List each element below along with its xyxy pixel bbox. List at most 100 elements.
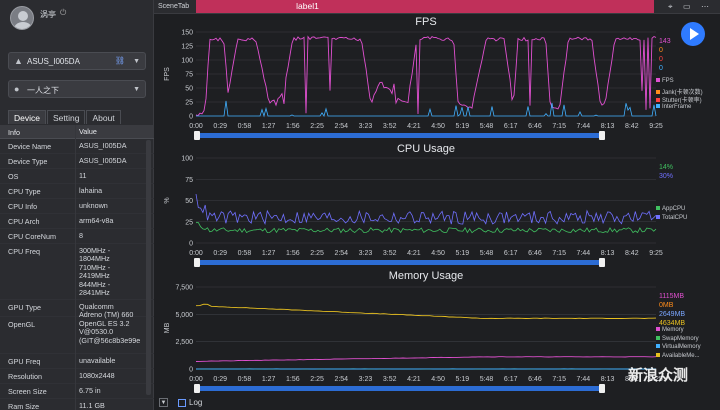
watermark: 新浪众测 bbox=[628, 367, 689, 384]
slider-handle[interactable] bbox=[599, 384, 605, 393]
x-tick-label: 7:15 bbox=[552, 376, 566, 383]
x-tick-label: 5:48 bbox=[480, 123, 494, 130]
x-tick-label: 0:58 bbox=[238, 376, 252, 383]
x-tick-label: 4:21 bbox=[407, 250, 421, 257]
x-tick-label: 8:42 bbox=[625, 250, 639, 257]
x-tick-label: 2:54 bbox=[334, 250, 348, 257]
y-tick-label: 7,500 bbox=[175, 285, 193, 292]
y-tick-label: 100 bbox=[181, 58, 193, 65]
x-tick-label: 2:54 bbox=[334, 376, 348, 383]
time-range-slider[interactable] bbox=[194, 131, 605, 140]
y-tick-label: 2,500 bbox=[175, 339, 193, 346]
current-value: 30% bbox=[659, 173, 674, 180]
x-tick-label: 2:54 bbox=[334, 123, 348, 130]
x-tick-label: 7:15 bbox=[552, 123, 566, 130]
x-tick-label: 4:21 bbox=[407, 123, 421, 130]
x-tick-label: 8:42 bbox=[625, 123, 639, 130]
y-tick-label: 50 bbox=[185, 86, 193, 93]
x-tick-label: 7:44 bbox=[577, 376, 591, 383]
x-tick-label: 3:52 bbox=[383, 376, 397, 383]
legend-swatch bbox=[656, 206, 660, 210]
x-tick-label: 4:21 bbox=[407, 376, 421, 383]
y-axis-label: % bbox=[164, 197, 171, 203]
legend-item[interactable]: VirtualMemory bbox=[656, 344, 701, 350]
legend-label: TotalCPU bbox=[662, 214, 688, 221]
x-tick-label: 6:17 bbox=[504, 250, 518, 257]
slider-handle[interactable] bbox=[599, 131, 605, 140]
x-tick-label: 2:25 bbox=[310, 123, 324, 130]
legend-item[interactable]: AppCPU bbox=[656, 206, 685, 212]
x-tick-label: 4:50 bbox=[431, 123, 445, 130]
current-value: 143 bbox=[659, 38, 671, 45]
x-tick-label: 5:48 bbox=[480, 250, 494, 257]
current-value: 0 bbox=[659, 65, 663, 72]
y-axis-label: FPS bbox=[164, 67, 171, 81]
x-tick-label: 3:23 bbox=[359, 123, 373, 130]
x-tick-label: 1:56 bbox=[286, 250, 300, 257]
x-tick-label: 3:23 bbox=[359, 250, 373, 257]
slider-handle[interactable] bbox=[194, 131, 200, 140]
slider-handle[interactable] bbox=[194, 258, 200, 267]
x-tick-label: 0:00 bbox=[189, 250, 203, 257]
legend-label: Memory bbox=[662, 327, 684, 333]
x-tick-label: 3:23 bbox=[359, 376, 373, 383]
legend-label: AppCPU bbox=[662, 206, 686, 212]
legend-item[interactable]: InterFrame bbox=[656, 103, 692, 110]
current-value: 0 bbox=[659, 47, 663, 54]
x-tick-label: 0:29 bbox=[213, 123, 227, 130]
y-tick-label: 0 bbox=[189, 367, 193, 374]
legend-item[interactable]: SwapMemory bbox=[656, 335, 699, 342]
chart-title: CPU Usage bbox=[396, 143, 456, 155]
legend-swatch bbox=[656, 98, 660, 102]
x-tick-label: 5:48 bbox=[480, 376, 494, 383]
slider-handle[interactable] bbox=[599, 258, 605, 267]
series-line-memory bbox=[195, 356, 657, 362]
x-tick-label: 2:25 bbox=[310, 250, 324, 257]
series-line-interframe bbox=[196, 100, 657, 118]
y-tick-label: 100 bbox=[181, 156, 193, 163]
x-tick-label: 5:19 bbox=[456, 376, 470, 383]
y-tick-label: 25 bbox=[185, 219, 193, 226]
current-value: 0 bbox=[659, 56, 663, 63]
legend-item[interactable]: FPS bbox=[656, 78, 674, 84]
legend-label: InterFrame bbox=[662, 103, 692, 110]
legend-swatch bbox=[656, 327, 660, 331]
x-tick-label: 1:27 bbox=[262, 376, 276, 383]
x-tick-label: 0:58 bbox=[238, 250, 252, 257]
legend-item[interactable]: Memory bbox=[656, 327, 684, 333]
legend-label: AvailableMe... bbox=[662, 352, 700, 359]
time-range-slider[interactable] bbox=[194, 384, 605, 393]
legend-swatch bbox=[656, 214, 660, 219]
x-tick-label: 1:27 bbox=[262, 250, 276, 257]
x-tick-label: 0:58 bbox=[238, 123, 252, 130]
legend-label: SwapMemory bbox=[662, 335, 699, 342]
x-tick-label: 7:44 bbox=[577, 250, 591, 257]
log-label: Log bbox=[189, 398, 203, 407]
slider-handle[interactable] bbox=[194, 384, 200, 393]
legend-swatch bbox=[656, 89, 660, 94]
x-tick-label: 6:46 bbox=[528, 376, 542, 383]
legend-swatch bbox=[656, 352, 660, 357]
legend-label: FPS bbox=[662, 78, 674, 84]
y-tick-label: 75 bbox=[185, 177, 193, 184]
x-tick-label: 1:56 bbox=[286, 123, 300, 130]
y-tick-label: 125 bbox=[181, 44, 193, 51]
series-line-memory bbox=[195, 303, 657, 319]
x-tick-label: 1:56 bbox=[286, 376, 300, 383]
legend-swatch bbox=[656, 78, 660, 82]
legend-item[interactable]: AvailableMe... bbox=[656, 352, 700, 359]
x-tick-label: 9:25 bbox=[649, 123, 663, 130]
series-line-fps bbox=[195, 35, 657, 117]
expand-icon[interactable]: ▼ bbox=[159, 398, 168, 407]
time-range-slider[interactable] bbox=[194, 258, 605, 267]
log-checkbox[interactable] bbox=[178, 399, 186, 407]
current-value: 2649MB bbox=[659, 311, 686, 318]
current-value: 1115MB bbox=[659, 293, 685, 300]
x-tick-label: 2:25 bbox=[310, 376, 324, 383]
x-tick-label: 5:19 bbox=[456, 123, 470, 130]
legend-label: VirtualMemory bbox=[662, 344, 701, 350]
x-tick-label: 8:13 bbox=[601, 376, 615, 383]
legend-item[interactable]: TotalCPU bbox=[656, 214, 688, 221]
x-tick-label: 4:50 bbox=[431, 250, 445, 257]
bottom-bar: ▼ Log bbox=[154, 396, 720, 410]
